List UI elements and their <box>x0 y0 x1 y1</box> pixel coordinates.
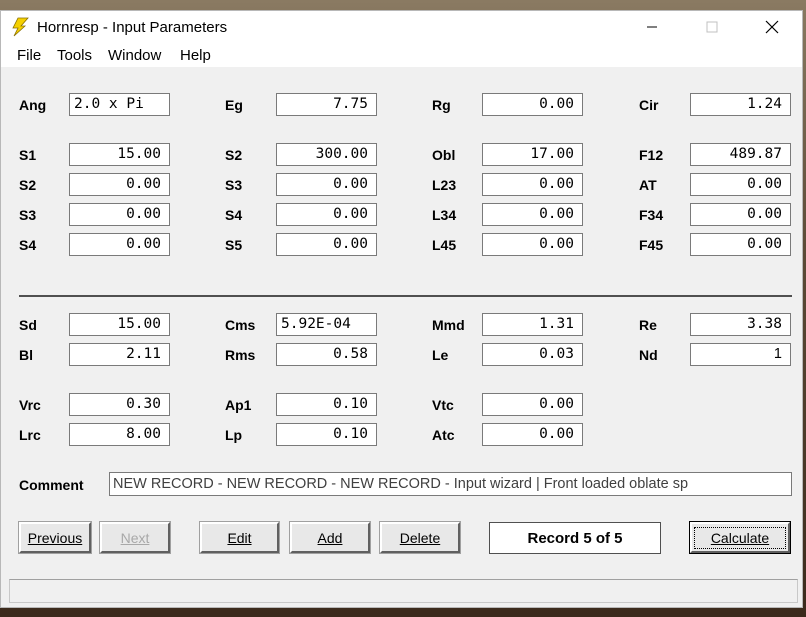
label-s3-b: S3 <box>225 177 243 193</box>
label-obl: Obl <box>432 147 456 163</box>
field-s4[interactable]: 0.00 <box>69 233 170 256</box>
section-divider <box>19 295 792 297</box>
field-obl[interactable]: 17.00 <box>482 143 583 166</box>
label-s4: S4 <box>19 237 37 253</box>
label-re: Re <box>639 317 657 333</box>
label-bl: Bl <box>19 347 33 363</box>
label-f34: F34 <box>639 207 664 223</box>
field-lrc[interactable]: 8.00 <box>69 423 170 446</box>
previous-button[interactable]: Previous <box>18 521 92 554</box>
label-l34: L34 <box>432 207 457 223</box>
label-eg: Eg <box>225 97 243 113</box>
menu-help[interactable]: Help <box>180 47 211 64</box>
label-l23: L23 <box>432 177 457 193</box>
field-ap1[interactable]: 0.10 <box>276 393 377 416</box>
menu-file[interactable]: File <box>17 47 41 64</box>
field-f12[interactable]: 489.87 <box>690 143 791 166</box>
field-l23[interactable]: 0.00 <box>482 173 583 196</box>
maximize-button[interactable] <box>683 11 741 43</box>
label-rms: Rms <box>225 347 256 363</box>
input-panel: Ang 2.0 x Pi Eg 7.75 Rg 0.00 Cir 1.24 S1… <box>1 67 802 607</box>
label-l45: L45 <box>432 237 457 253</box>
label-sd: Sd <box>19 317 37 333</box>
label-s4-b: S4 <box>225 207 243 223</box>
add-button[interactable]: Add <box>289 521 371 554</box>
field-bl[interactable]: 2.11 <box>69 343 170 366</box>
label-cms: Cms <box>225 317 256 333</box>
comment-field[interactable]: NEW RECORD - NEW RECORD - NEW RECORD - I… <box>109 472 792 496</box>
field-cms[interactable]: 5.92E-04 <box>276 313 377 336</box>
label-nd: Nd <box>639 347 658 363</box>
field-s4-b[interactable]: 0.00 <box>276 203 377 226</box>
field-ang[interactable]: 2.0 x Pi <box>69 93 170 116</box>
maximize-icon <box>706 21 718 33</box>
label-f45: F45 <box>639 237 664 253</box>
field-le[interactable]: 0.03 <box>482 343 583 366</box>
field-f45[interactable]: 0.00 <box>690 233 791 256</box>
field-cir[interactable]: 1.24 <box>690 93 791 116</box>
field-f34[interactable]: 0.00 <box>690 203 791 226</box>
menu-tools[interactable]: Tools <box>57 47 92 64</box>
menu-bar: File Tools Window Help <box>1 43 802 67</box>
label-lp: Lp <box>225 427 243 443</box>
field-mmd[interactable]: 1.31 <box>482 313 583 336</box>
field-sd[interactable]: 15.00 <box>69 313 170 336</box>
edit-button[interactable]: Edit <box>199 521 280 554</box>
label-cir: Cir <box>639 97 659 113</box>
field-re[interactable]: 3.38 <box>690 313 791 336</box>
label-lrc: Lrc <box>19 427 41 443</box>
status-bar <box>9 579 798 603</box>
window-title: Hornresp - Input Parameters <box>37 19 228 36</box>
field-rg[interactable]: 0.00 <box>482 93 583 116</box>
field-s3-b[interactable]: 0.00 <box>276 173 377 196</box>
menu-window[interactable]: Window <box>108 47 161 64</box>
field-rms[interactable]: 0.58 <box>276 343 377 366</box>
field-s2[interactable]: 0.00 <box>69 173 170 196</box>
delete-button[interactable]: Delete <box>379 521 461 554</box>
label-s1: S1 <box>19 147 37 163</box>
minimize-icon <box>647 26 657 28</box>
field-s3[interactable]: 0.00 <box>69 203 170 226</box>
calculate-button[interactable]: Calculate <box>689 521 791 554</box>
label-f12: F12 <box>639 147 664 163</box>
close-icon <box>765 20 779 34</box>
field-nd[interactable]: 1 <box>690 343 791 366</box>
field-vtc[interactable]: 0.00 <box>482 393 583 416</box>
minimize-button[interactable] <box>623 11 681 43</box>
label-s2-b: S2 <box>225 147 243 163</box>
label-mmd: Mmd <box>432 317 465 333</box>
label-s3: S3 <box>19 207 37 223</box>
label-atc: Atc <box>432 427 455 443</box>
record-indicator: Record 5 of 5 <box>489 522 661 554</box>
label-ap1: Ap1 <box>225 397 252 413</box>
field-at[interactable]: 0.00 <box>690 173 791 196</box>
field-lp[interactable]: 0.10 <box>276 423 377 446</box>
label-vtc: Vtc <box>432 397 454 413</box>
label-comment: Comment <box>19 477 84 493</box>
field-atc[interactable]: 0.00 <box>482 423 583 446</box>
field-l34[interactable]: 0.00 <box>482 203 583 226</box>
field-vrc[interactable]: 0.30 <box>69 393 170 416</box>
label-at: AT <box>639 177 657 193</box>
field-eg[interactable]: 7.75 <box>276 93 377 116</box>
title-bar[interactable]: Hornresp - Input Parameters <box>1 11 802 43</box>
label-rg: Rg <box>432 97 451 113</box>
lightning-icon <box>12 17 29 37</box>
field-s1[interactable]: 15.00 <box>69 143 170 166</box>
field-s5[interactable]: 0.00 <box>276 233 377 256</box>
field-s2-b[interactable]: 300.00 <box>276 143 377 166</box>
calculate-label: Calculate <box>693 526 787 549</box>
label-vrc: Vrc <box>19 397 41 413</box>
next-button[interactable]: Next <box>99 521 171 554</box>
close-button[interactable] <box>743 11 801 43</box>
label-ang: Ang <box>19 97 47 113</box>
label-s5: S5 <box>225 237 243 253</box>
label-s2: S2 <box>19 177 37 193</box>
field-l45[interactable]: 0.00 <box>482 233 583 256</box>
hornresp-window: Hornresp - Input Parameters File Tools W… <box>0 10 803 608</box>
label-le: Le <box>432 347 449 363</box>
